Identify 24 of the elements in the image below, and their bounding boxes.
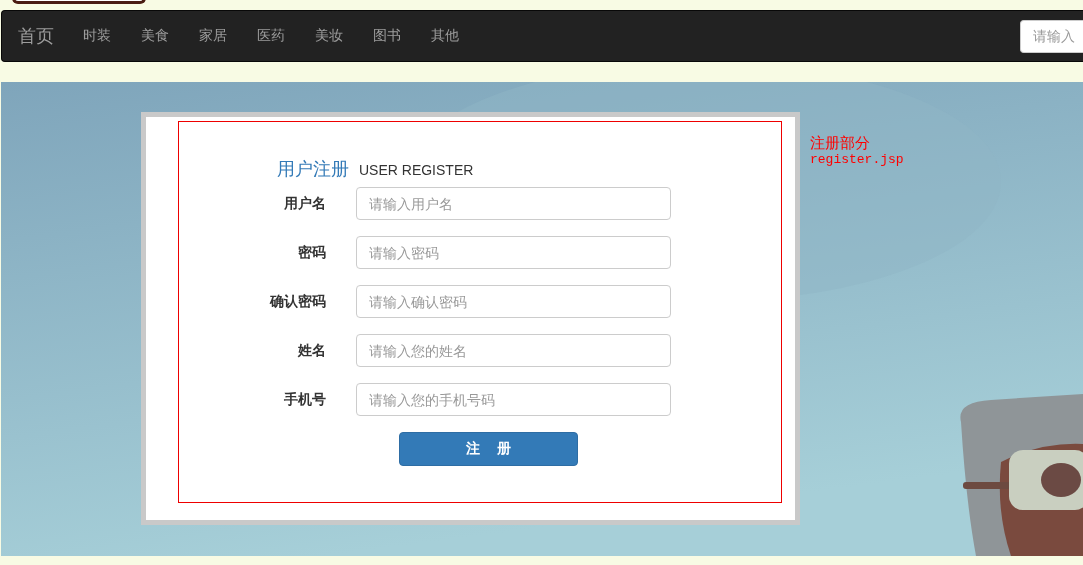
input-field[interactable]: 请输入您的手机号码 — [356, 383, 671, 416]
home-link[interactable]: 首页 — [18, 24, 54, 48]
nav-link[interactable]: 美妆 — [315, 27, 343, 45]
register-button[interactable]: 注 册 — [399, 432, 578, 466]
nav-link[interactable]: 家居 — [199, 27, 227, 45]
field-label: 密码 — [297, 243, 326, 262]
annotation-filename: register.jsp — [810, 153, 904, 167]
nav-link[interactable]: 时装 — [83, 27, 111, 45]
input-field[interactable]: 请输入确认密码 — [356, 285, 671, 318]
field-label: 姓名 — [297, 341, 326, 360]
nav-link[interactable]: 医药 — [257, 27, 285, 45]
nav-link[interactable]: 美食 — [141, 27, 169, 45]
field-label: 确认密码 — [268, 292, 326, 311]
search-field[interactable]: 请输入 — [1020, 19, 1083, 53]
input-field[interactable]: 请输入您的姓名 — [356, 334, 671, 367]
register-subtitle: USER REGISTER — [359, 162, 474, 178]
input-field[interactable]: 请输入密码 — [356, 236, 671, 269]
field-label: 用户名 — [283, 194, 326, 213]
field-label: 手机号 — [283, 390, 326, 409]
nav-link[interactable]: 其他 — [431, 27, 459, 45]
annotation-title: 注册部分 — [810, 136, 871, 153]
nav-link[interactable]: 图书 — [373, 27, 401, 45]
register-title: 用户注册 — [277, 158, 349, 181]
input-field[interactable]: 请输入用户名 — [356, 187, 671, 220]
